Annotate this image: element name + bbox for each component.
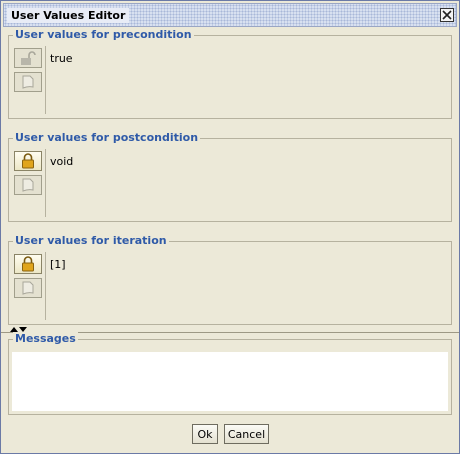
postcondition-toolbar	[14, 149, 46, 217]
postcondition-lock-button[interactable]	[14, 151, 42, 171]
iteration-panel-title: User values for iteration	[13, 234, 169, 247]
cancel-button[interactable]: Cancel	[224, 424, 269, 444]
iteration-lock-button[interactable]	[14, 254, 42, 274]
document-icon	[22, 75, 34, 89]
postcondition-panel: User values for postcondition void	[8, 131, 452, 222]
iteration-panel: User values for iteration [1]	[8, 234, 452, 325]
ok-button[interactable]: Ok	[192, 424, 218, 444]
precondition-document-button[interactable]	[14, 72, 42, 92]
precondition-panel: User values for precondition true	[8, 28, 452, 119]
close-icon	[442, 10, 452, 20]
document-icon	[22, 178, 34, 192]
unlock-icon	[21, 51, 36, 65]
messages-panel-title: Messages	[13, 332, 78, 345]
iteration-document-button[interactable]	[14, 278, 42, 298]
title-bar[interactable]: User Values Editor	[3, 3, 457, 27]
document-icon	[22, 281, 34, 295]
precondition-lock-button[interactable]	[14, 48, 42, 68]
postcondition-value[interactable]: void	[50, 155, 73, 168]
close-button[interactable]	[440, 8, 454, 22]
precondition-value[interactable]: true	[50, 52, 73, 65]
messages-panel: Messages	[8, 332, 452, 415]
lock-icon	[22, 153, 34, 169]
messages-text-area[interactable]	[12, 352, 448, 411]
window-title: User Values Editor	[7, 8, 130, 23]
postcondition-document-button[interactable]	[14, 175, 42, 195]
postcondition-panel-title: User values for postcondition	[13, 131, 201, 144]
iteration-value[interactable]: [1]	[50, 258, 66, 271]
precondition-panel-title: User values for precondition	[13, 28, 194, 41]
lock-icon	[22, 256, 34, 272]
user-values-editor-window: User Values Editor User values for preco…	[0, 0, 460, 454]
iteration-toolbar	[14, 252, 46, 320]
precondition-toolbar	[14, 46, 46, 114]
